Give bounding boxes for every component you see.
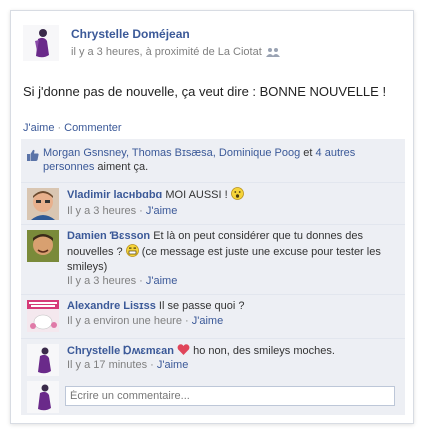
comment-message: Il se passe quoi ? [158,300,245,312]
story-actions: J'aime · Commenter [23,122,122,134]
post-meta: il y a 3 heures, à proximité de La Ciota… [71,46,280,58]
thumbs-up-icon [27,149,39,161]
comment-item: Alexandre Lisɪss Il se passe quoi ? Il y… [21,295,405,339]
comment-meta: Il y a 17 minutes · J'aime [67,359,189,371]
current-user-avatar [27,381,59,413]
comment-like-link[interactable]: J'aime [192,315,223,327]
status-message: Si j'donne pas de nouvelle, ça veut dire… [23,84,387,99]
comment-time[interactable]: Il y a environ une heure [67,315,182,327]
comment-author[interactable]: Vladimir lacʜbɑbɑ [67,189,162,201]
comment-link[interactable]: Commenter [64,122,121,134]
likes-text: Morgan Gsnsney, Thomas Bɪsæsa, Dominique… [43,146,399,174]
gasp-emoji-icon [230,187,244,200]
comment-text: Damien Ɓɛsson Et là on peut considérer q… [67,229,397,275]
comment-item: Chrystelle Ɒʍɛmɛan ho non, des smileys m… [21,339,405,381]
comment-time[interactable]: Il y a 3 heures [67,275,136,287]
comment-like-link[interactable]: J'aime [146,205,177,217]
author-name[interactable]: Chrystelle Doméjean [71,27,190,41]
comment-text: Chrystelle Ɒʍɛmɛan ho non, des smileys m… [67,343,397,359]
comment-like-link[interactable]: J'aime [146,275,177,287]
post-time-location[interactable]: il y a 3 heures, à proximité de La Ciota… [71,46,262,58]
heart-emoji-icon [177,343,190,356]
commenter-avatar[interactable] [27,344,59,376]
comment-meta: Il y a environ une heure · J'aime [67,315,224,327]
likes-middle: et [300,147,316,159]
comment-input[interactable] [65,386,395,406]
commenter-avatar[interactable] [27,230,59,262]
comment-meta: Il y a 3 heures · J'aime [67,275,178,287]
actions-separator: · [57,122,62,134]
commenter-avatar[interactable] [27,188,59,220]
like-link[interactable]: J'aime [23,122,54,134]
comment-like-link[interactable]: J'aime [157,359,188,371]
story-header: Chrystelle Doméjean il y a 3 heures, à p… [23,25,403,67]
write-comment-row [21,381,405,415]
comment-meta: Il y a 3 heures · J'aime [67,205,178,217]
commenter-avatar[interactable] [27,300,59,332]
likers-names-link[interactable]: Morgan Gsnsney, Thomas Bɪsæsa, Dominique… [43,147,300,159]
comment-time[interactable]: Il y a 17 minutes [67,359,147,371]
comment-item: Vladimir lacʜbɑbɑ MOI AUSSI ! Il y a 3 h… [21,183,405,225]
friends-audience-icon[interactable] [265,47,280,57]
comment-item: Damien Ɓɛsson Et là on peut considérer q… [21,225,405,295]
comment-message: MOI AUSSI ! [165,189,228,201]
likes-summary: Morgan Gsnsney, Thomas Bɪsæsa, Dominique… [21,139,405,183]
story-card: Chrystelle Doméjean il y a 3 heures, à p… [10,10,414,424]
comment-text: Alexandre Lisɪss Il se passe quoi ? [67,299,397,314]
feedback-box: Morgan Gsnsney, Thomas Bɪsæsa, Dominique… [21,139,405,415]
grin-emoji-icon [125,244,139,257]
comment-text: Vladimir lacʜbɑbɑ MOI AUSSI ! [67,187,397,203]
author-avatar[interactable] [23,25,59,61]
comment-author[interactable]: Alexandre Lisɪss [67,300,156,312]
likes-suffix: aiment ça. [94,161,149,173]
comment-author[interactable]: Damien Ɓɛsson [67,230,150,242]
comment-message: ho non, des smileys moches. [190,345,335,357]
comment-time[interactable]: Il y a 3 heures [67,205,136,217]
comment-author[interactable]: Chrystelle Ɒʍɛmɛan [67,345,174,357]
